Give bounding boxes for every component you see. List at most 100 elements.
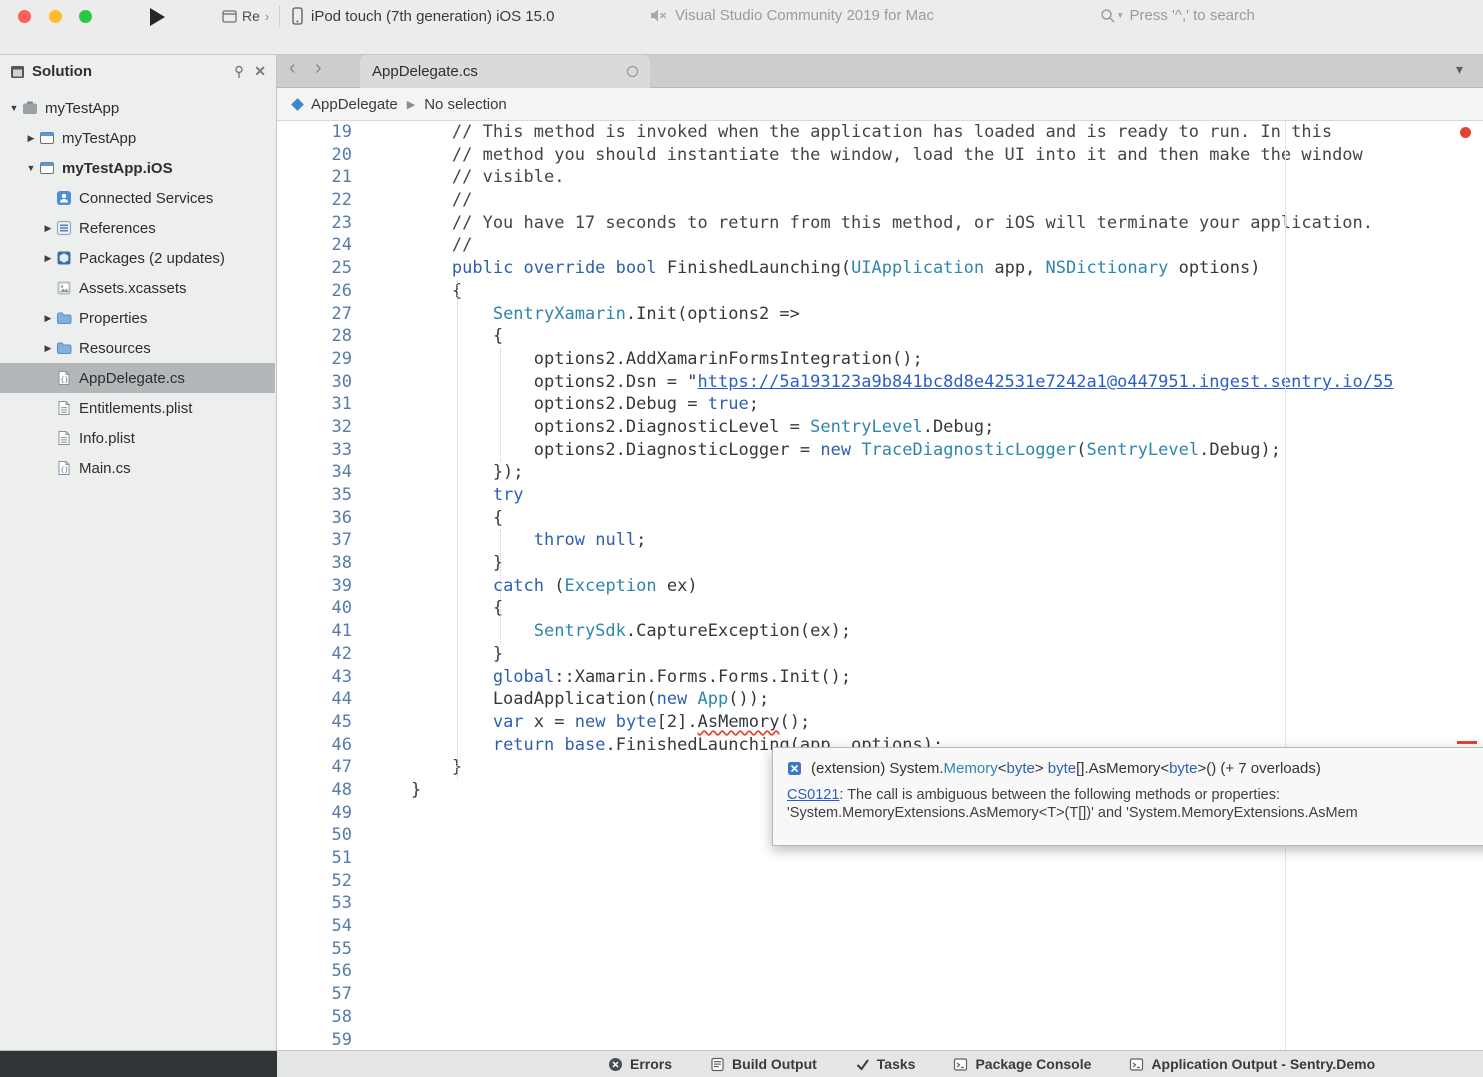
line-number[interactable]: 25 [277,257,352,280]
code-line-text[interactable]: { [352,280,462,303]
code-line-text[interactable]: SentrySdk.CaptureException(ex); [352,620,851,643]
code-line-text[interactable] [352,802,370,825]
line-number[interactable]: 26 [277,280,352,303]
disclosure-right-icon[interactable]: ▶ [40,253,56,264]
line-number[interactable]: 45 [277,711,352,734]
code-line-text[interactable]: public override bool FinishedLaunching(U… [352,257,1261,280]
disclosure-right-icon[interactable]: ▶ [23,133,39,144]
pad-button-errors[interactable]: Errors [608,1056,672,1072]
disclosure-right-icon[interactable]: ▶ [40,313,56,324]
code-line-text[interactable]: global::Xamarin.Forms.Forms.Init(); [352,666,851,689]
line-number[interactable]: 28 [277,325,352,348]
line-number[interactable]: 42 [277,643,352,666]
sidebar-item-info-plist[interactable]: Info.plist [0,423,275,453]
sidebar-item-mytestapp-ios[interactable]: ▼myTestApp.iOS [0,153,275,183]
code-line-text[interactable] [352,915,370,938]
sidebar-item-resources[interactable]: ▶Resources [0,333,275,363]
code-line-text[interactable]: SentryXamarin.Init(options2 => [352,303,800,326]
sidebar-item-references[interactable]: ▶References [0,213,275,243]
line-number[interactable]: 37 [277,529,352,552]
code-line-text[interactable]: // You have 17 seconds to return from th… [352,212,1373,235]
line-number[interactable]: 49 [277,802,352,825]
pad-button-tasks[interactable]: Tasks [855,1056,916,1072]
breadcrumb-selection[interactable]: No selection [424,96,507,113]
tab-overflow-chevron-icon[interactable]: ▾ [1456,61,1463,78]
close-window-button[interactable] [18,10,31,23]
code-line-text[interactable]: { [352,325,503,348]
tab-appdelegate[interactable]: AppDelegate.cs [360,55,650,88]
code-line-text[interactable] [352,960,370,983]
search-input[interactable] [1128,6,1332,25]
pad-button-application-output-sentry-demo[interactable]: Application Output - Sentry.Demo [1129,1056,1375,1072]
code-line-text[interactable]: try [352,484,524,507]
sidebar-item-mytestapp[interactable]: ▼myTestApp [0,93,275,123]
line-number[interactable]: 54 [277,915,352,938]
line-number[interactable]: 40 [277,597,352,620]
disclosure-down-icon[interactable]: ▼ [6,103,22,113]
device-selector[interactable]: iPod touch (7th generation) iOS 15.0 [292,7,555,25]
line-number[interactable]: 23 [277,212,352,235]
line-number[interactable]: 38 [277,552,352,575]
close-pad-icon[interactable]: ✕ [254,63,266,80]
code-line-text[interactable]: } [352,756,462,779]
line-number[interactable]: 33 [277,439,352,462]
code-line-text[interactable] [352,938,370,961]
line-number[interactable]: 51 [277,847,352,870]
code-line-text[interactable] [352,892,370,915]
tab-close-circle-icon[interactable] [627,66,638,77]
line-number[interactable]: 47 [277,756,352,779]
disclosure-down-icon[interactable]: ▼ [23,163,39,173]
sidebar-item-mytestapp[interactable]: ▶myTestApp [0,123,275,153]
line-number[interactable]: 44 [277,688,352,711]
search-field[interactable]: ▾ [1100,6,1332,25]
code-line-text[interactable]: } [352,643,503,666]
line-number[interactable]: 57 [277,983,352,1006]
code-line-text[interactable]: // [352,234,472,257]
sidebar-item-assets-xcassets[interactable]: Assets.xcassets [0,273,275,303]
sidebar-item-main-cs[interactable]: {}Main.cs [0,453,275,483]
navigate-back-button[interactable]: ‹ [289,57,296,80]
line-number[interactable]: 36 [277,507,352,530]
line-number[interactable]: 39 [277,575,352,598]
line-number[interactable]: 56 [277,960,352,983]
code-line-text[interactable]: options2.DiagnosticLevel = SentryLevel.D… [352,416,994,439]
code-line-text[interactable]: // This method is invoked when the appli… [352,121,1332,144]
line-number[interactable]: 34 [277,461,352,484]
code-line-text[interactable]: { [352,507,503,530]
line-number[interactable]: 24 [277,234,352,257]
line-number[interactable]: 32 [277,416,352,439]
line-number[interactable]: 50 [277,824,352,847]
code-line-text[interactable]: } [352,779,421,802]
line-number[interactable]: 21 [277,166,352,189]
sentry-dsn-link[interactable]: https://5a193123a9b841bc8d8e42531e7242a1… [698,372,1394,392]
code-line-text[interactable]: LoadApplication(new App()); [352,688,769,711]
pad-button-package-console[interactable]: Package Console [953,1056,1091,1072]
sidebar-item-appdelegate-cs[interactable]: {}AppDelegate.cs [0,363,275,393]
code-line-text[interactable] [352,983,370,1006]
code-line-text[interactable]: } [352,552,503,575]
line-number[interactable]: 55 [277,938,352,961]
navigate-forward-button[interactable]: › [315,57,322,80]
line-number[interactable]: 19 [277,121,352,144]
line-number[interactable]: 58 [277,1006,352,1029]
run-button[interactable] [150,8,165,26]
code-line-text[interactable] [352,1006,370,1029]
line-number[interactable]: 31 [277,393,352,416]
code-line-text[interactable] [352,847,370,870]
line-number[interactable]: 29 [277,348,352,371]
disclosure-right-icon[interactable]: ▶ [40,223,56,234]
pin-icon[interactable] [233,65,245,79]
code-line-text[interactable] [352,824,370,847]
line-number[interactable]: 52 [277,870,352,893]
sidebar-item-properties[interactable]: ▶Properties [0,303,275,333]
sidebar-item-packages-2-updates-[interactable]: ▶Packages (2 updates) [0,243,275,273]
zoom-window-button[interactable] [79,10,92,23]
disclosure-right-icon[interactable]: ▶ [40,343,56,354]
pad-button-build-output[interactable]: Build Output [710,1056,817,1072]
build-config-selector[interactable]: Re › [222,8,269,24]
code-line-text[interactable]: // method you should instantiate the win… [352,144,1363,167]
sidebar-item-connected-services[interactable]: Connected Services [0,183,275,213]
code-line-text[interactable] [352,870,370,893]
code-line-text[interactable]: options2.DiagnosticLogger = new TraceDia… [352,439,1281,462]
line-number[interactable]: 48 [277,779,352,802]
